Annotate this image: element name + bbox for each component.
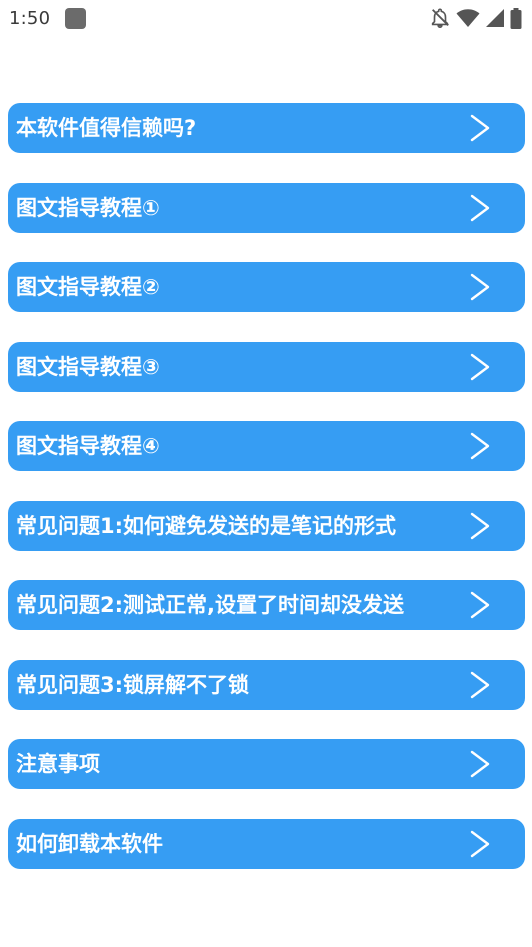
menu-item-label: 常见问题2:测试正常,设置了时间却没发送 (16, 593, 404, 617)
menu-item-uninstall[interactable]: 如何卸载本软件 (8, 818, 525, 869)
menu-item-tutorial-3[interactable]: 图文指导教程③ (8, 341, 525, 392)
menu-item-label: 如何卸载本软件 (16, 831, 163, 856)
status-icons (429, 6, 522, 30)
menu-item-tutorial-2[interactable]: 图文指导教程② (8, 262, 525, 312)
menu-item-label: 图文指导教程③ (16, 354, 160, 379)
menu-item-label: 图文指导教程① (16, 195, 160, 220)
status-bar: 1:50 (0, 0, 532, 38)
chevron-right-icon (470, 671, 490, 698)
menu-item-label: 注意事项 (16, 752, 100, 776)
chevron-right-icon (470, 591, 490, 619)
menu-item-notes[interactable]: 注意事项 (8, 739, 525, 789)
chevron-right-icon (470, 512, 490, 539)
menu-item-label: 图文指导教程② (16, 275, 160, 299)
chevron-right-icon (470, 432, 490, 460)
battery-icon (510, 7, 522, 29)
menu-item-label: 常见问题3:锁屏解不了锁 (16, 672, 250, 697)
chevron-right-icon (470, 273, 490, 301)
app-notification-icon (65, 8, 86, 29)
menu-item-faq-1[interactable]: 常见问题1:如何避免发送的是笔记的形式 (8, 500, 525, 551)
cellular-signal-icon (485, 8, 505, 28)
menu-item-label: 常见问题1:如何避免发送的是笔记的形式 (16, 513, 397, 538)
menu-item-tutorial-1[interactable]: 图文指导教程① (8, 182, 525, 233)
chevron-right-icon (470, 750, 490, 778)
menu-list: 本软件值得信赖吗? 图文指导教程① 图文指导教程② 图文指导教程③ 图文指导教程… (8, 103, 525, 898)
wifi-icon (456, 8, 480, 28)
menu-item-label: 本软件值得信赖吗? (16, 116, 197, 140)
menu-item-trustworthy[interactable]: 本软件值得信赖吗? (8, 103, 525, 153)
menu-item-faq-3[interactable]: 常见问题3:锁屏解不了锁 (8, 659, 525, 710)
chevron-right-icon (470, 830, 490, 857)
chevron-right-icon (470, 114, 490, 142)
menu-item-faq-2[interactable]: 常见问题2:测试正常,设置了时间却没发送 (8, 580, 525, 630)
status-time: 1:50 (9, 8, 51, 29)
notifications-off-icon (429, 7, 451, 29)
menu-item-tutorial-4[interactable]: 图文指导教程④ (8, 421, 525, 471)
menu-item-label: 图文指导教程④ (16, 434, 160, 458)
chevron-right-icon (470, 353, 490, 380)
chevron-right-icon (470, 194, 490, 221)
